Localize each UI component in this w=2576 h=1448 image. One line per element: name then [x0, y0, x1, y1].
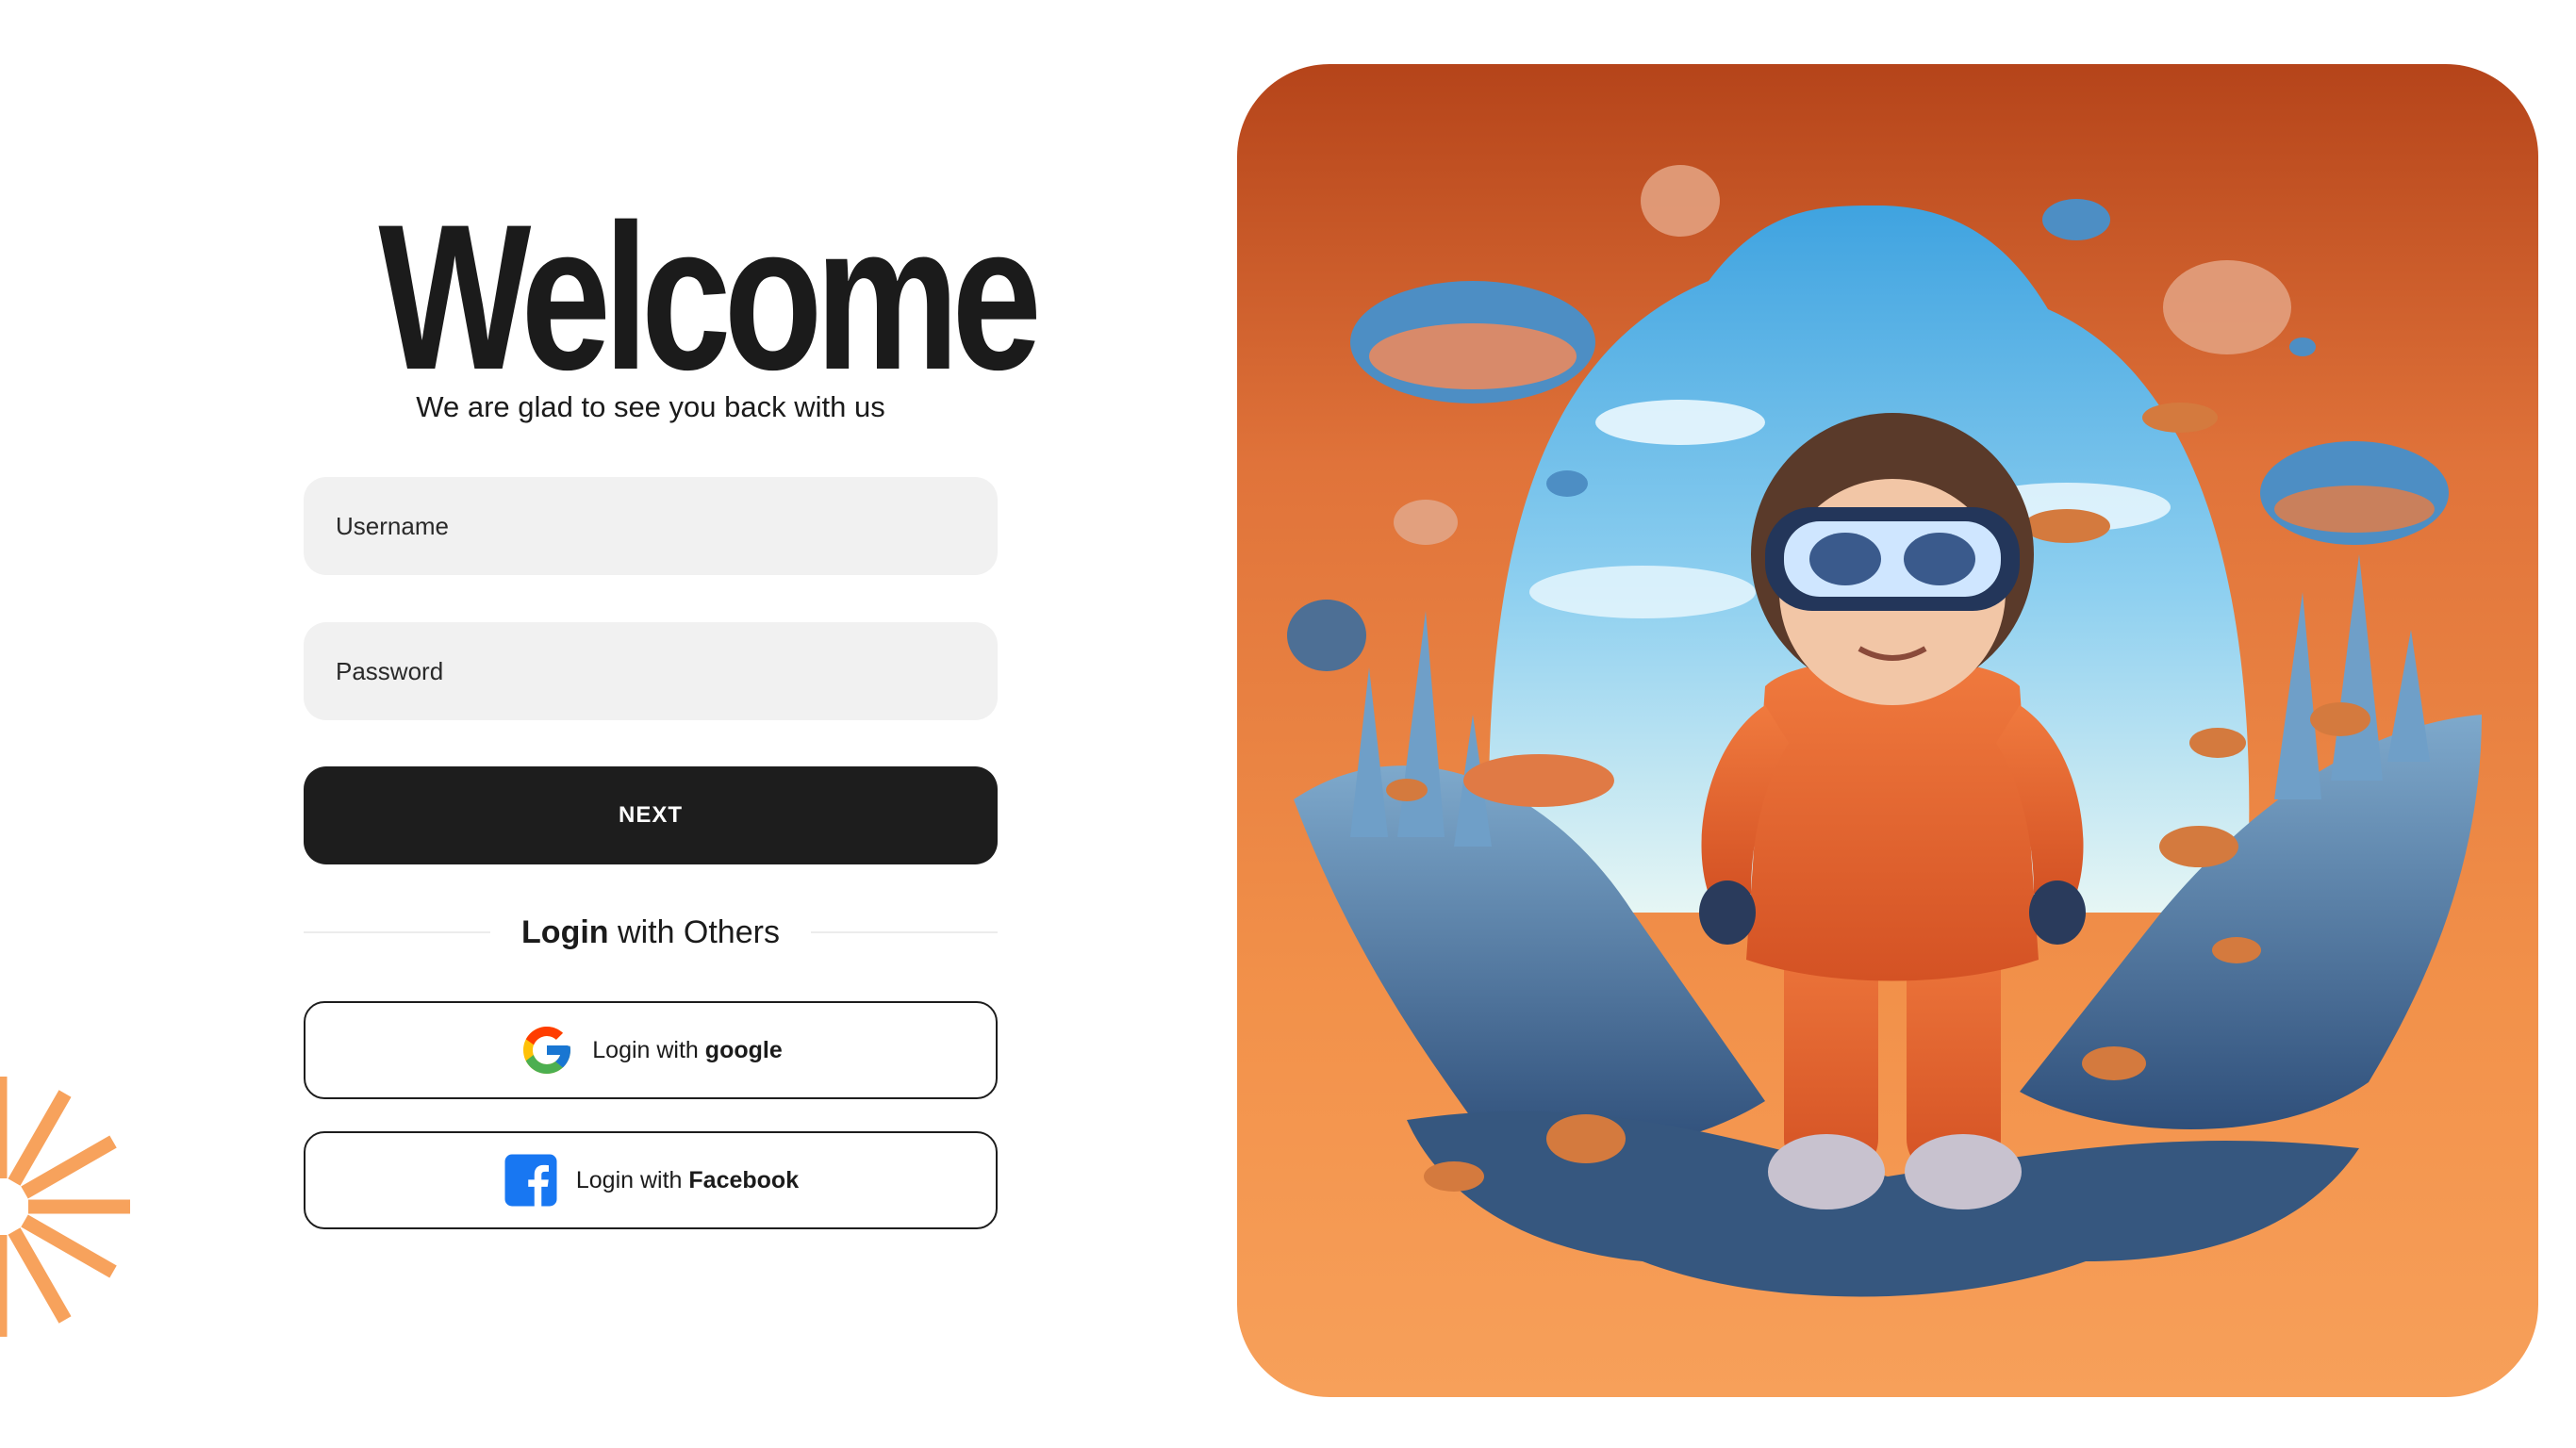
facebook-login-button[interactable]: Login with Facebook — [304, 1131, 998, 1229]
page-subtitle: We are glad to see you back with us — [416, 390, 885, 423]
facebook-login-label: Login with Facebook — [576, 1167, 799, 1194]
facebook-login-prefix: Login with — [575, 1166, 689, 1193]
facebook-login-brand: Facebook — [688, 1166, 800, 1193]
starburst-decoration-icon — [0, 1077, 130, 1337]
google-icon — [523, 1027, 571, 1074]
next-button[interactable]: NEXT — [304, 766, 998, 864]
google-login-brand: google — [704, 1036, 783, 1063]
username-input[interactable] — [304, 477, 998, 575]
facebook-icon — [504, 1154, 557, 1207]
divider-label-bold: Login — [521, 914, 609, 950]
password-input[interactable] — [304, 622, 998, 720]
google-login-prefix: Login with — [592, 1036, 705, 1063]
page-title: Welcome — [378, 181, 1041, 413]
divider-label-rest: with Others — [608, 914, 780, 950]
google-login-button[interactable]: Login with google — [304, 1001, 998, 1099]
vr-explorer-illustration-icon — [1287, 165, 2482, 1297]
login-with-others-label: Login with Others — [490, 911, 811, 954]
google-login-label: Login with google — [592, 1037, 782, 1064]
hero-illustration — [1237, 64, 2538, 1397]
